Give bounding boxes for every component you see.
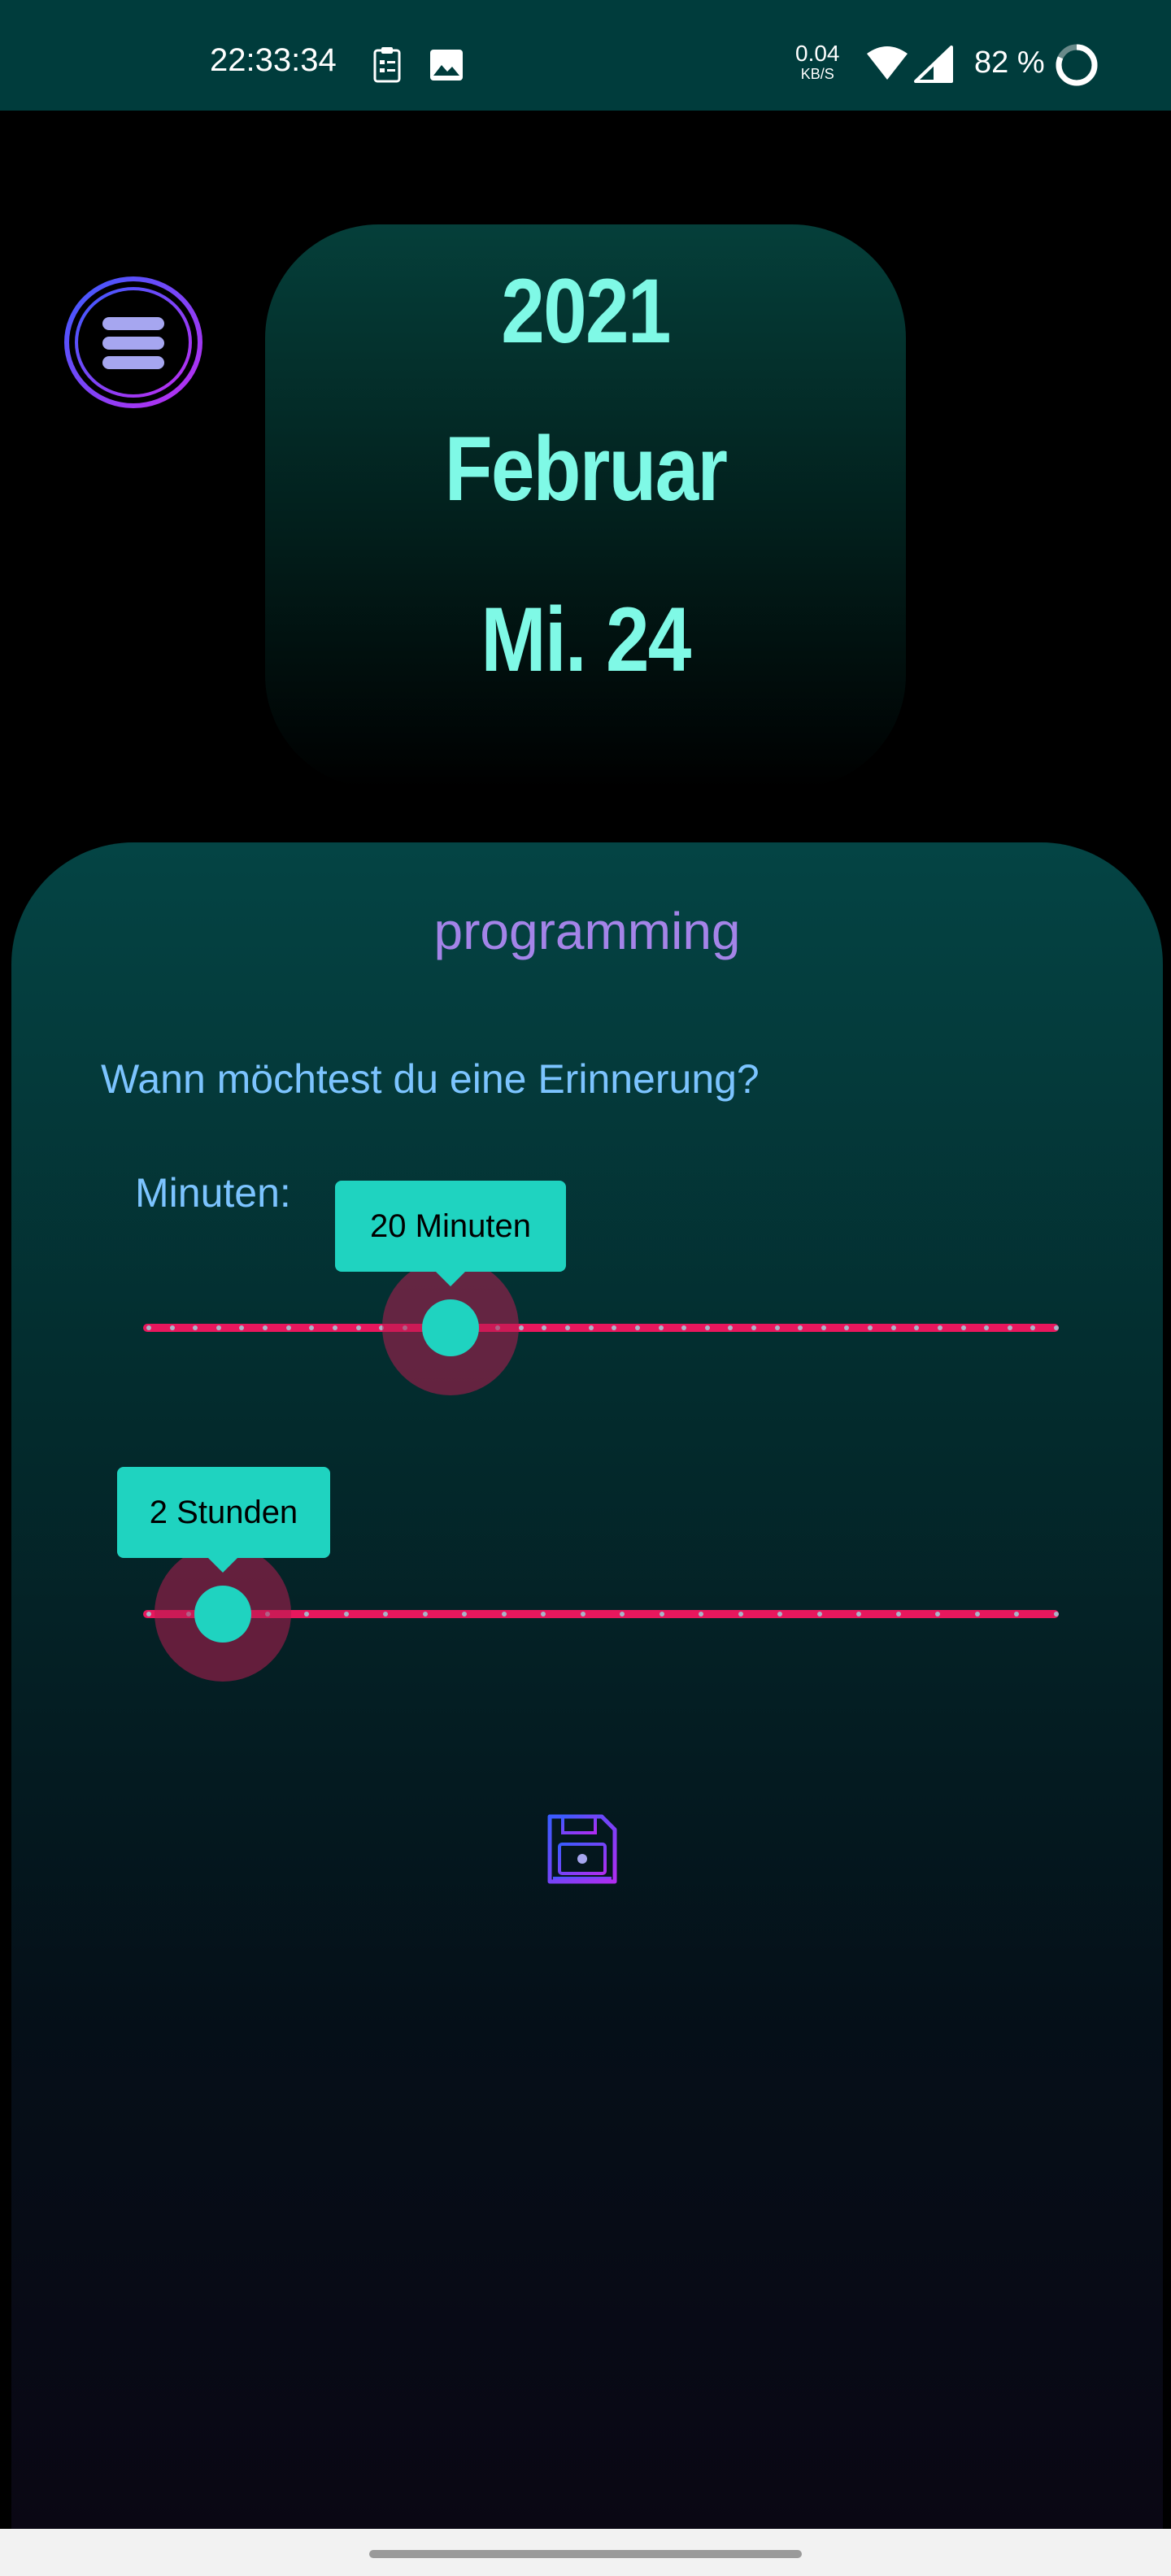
hours-slider-tick bbox=[699, 1612, 703, 1617]
hours-slider-tick bbox=[502, 1612, 507, 1617]
date-day: Mi. 24 bbox=[481, 589, 691, 690]
hours-slider-tick bbox=[738, 1612, 743, 1617]
save-icon bbox=[547, 1814, 617, 1884]
minutes-slider-tick bbox=[821, 1325, 826, 1330]
navigation-bar bbox=[0, 2529, 1171, 2576]
minutes-slider-tick bbox=[659, 1325, 664, 1330]
minutes-slider-thumb[interactable] bbox=[422, 1299, 479, 1356]
speed-value: 0.04 bbox=[795, 41, 840, 66]
wifi-icon bbox=[867, 46, 908, 80]
battery-ring-icon bbox=[1056, 44, 1098, 86]
hours-slider-thumb[interactable] bbox=[194, 1586, 251, 1643]
status-bar: 22:33:34 0.04 KB/S 82 % bbox=[0, 0, 1171, 111]
minutes-slider-tick bbox=[216, 1325, 221, 1330]
hours-slider-tick bbox=[383, 1612, 388, 1617]
minutes-slider-tick bbox=[519, 1325, 524, 1330]
hours-slider-tick bbox=[660, 1612, 664, 1617]
minutes-slider-tick bbox=[263, 1325, 268, 1330]
minutes-slider-tick bbox=[1054, 1325, 1059, 1330]
minutes-slider-tick bbox=[891, 1325, 896, 1330]
minutes-slider-tick bbox=[170, 1325, 175, 1330]
network-speed: 0.04 KB/S bbox=[795, 41, 840, 82]
hours-slider-tick bbox=[1014, 1612, 1019, 1617]
hours-tooltip: 2 Stunden bbox=[117, 1467, 330, 1558]
reminder-question: Wann möchtest du eine Erinnerung? bbox=[101, 1056, 760, 1102]
hours-slider-tick bbox=[304, 1612, 309, 1617]
minutes-slider-tick bbox=[681, 1325, 686, 1330]
minutes-slider-track[interactable] bbox=[143, 1324, 1059, 1332]
panel-title: programming bbox=[433, 902, 741, 960]
minutes-slider-tick bbox=[635, 1325, 640, 1330]
minutes-slider-tick bbox=[961, 1325, 966, 1330]
clipboard-icon bbox=[373, 47, 401, 83]
minutes-label: Minuten: bbox=[135, 1170, 291, 1216]
hours-slider-tick bbox=[423, 1612, 428, 1617]
minutes-slider-tick bbox=[728, 1325, 733, 1330]
minutes-tooltip: 20 Minuten bbox=[335, 1181, 566, 1272]
minutes-slider-tick bbox=[705, 1325, 710, 1330]
image-icon bbox=[430, 50, 463, 80]
minutes-tooltip-arrow bbox=[434, 1270, 467, 1286]
date-month: Februar bbox=[444, 418, 728, 520]
minutes-slider-tick bbox=[984, 1325, 989, 1330]
hours-slider-tick bbox=[620, 1612, 625, 1617]
signal-icon bbox=[914, 46, 953, 83]
minutes-slider-tick bbox=[193, 1325, 198, 1330]
save-button[interactable] bbox=[545, 1812, 620, 1886]
hours-tooltip-arrow bbox=[207, 1556, 239, 1573]
minutes-slider-tick bbox=[775, 1325, 780, 1330]
date-year: 2021 bbox=[501, 260, 671, 362]
minutes-slider-tick bbox=[751, 1325, 756, 1330]
minutes-slider-tick bbox=[612, 1325, 616, 1330]
menu-icon bbox=[102, 317, 164, 369]
minutes-slider-tick bbox=[844, 1325, 849, 1330]
minutes-slider-tick bbox=[286, 1325, 291, 1330]
minutes-slider-tick bbox=[798, 1325, 803, 1330]
minutes-slider-tick bbox=[356, 1325, 361, 1330]
hours-slider-tick bbox=[856, 1612, 861, 1617]
hours-slider-tick bbox=[344, 1612, 349, 1617]
hours-slider-tick bbox=[935, 1612, 940, 1617]
hours-slider-tick bbox=[817, 1612, 822, 1617]
minutes-slider-tick bbox=[542, 1325, 546, 1330]
minutes-slider-tick bbox=[333, 1325, 337, 1330]
minutes-slider-tick bbox=[239, 1325, 244, 1330]
status-time: 22:33:34 bbox=[210, 42, 337, 78]
minutes-slider-tick bbox=[868, 1325, 873, 1330]
speed-unit: KB/S bbox=[800, 66, 834, 82]
minutes-slider-tick bbox=[309, 1325, 314, 1330]
hours-slider-tick bbox=[1054, 1612, 1059, 1617]
minutes-slider-tick bbox=[565, 1325, 570, 1330]
hours-slider-tick bbox=[975, 1612, 980, 1617]
minutes-slider-tick bbox=[1008, 1325, 1012, 1330]
minutes-slider-tick bbox=[938, 1325, 942, 1330]
date-card: 2021 Februar Mi. 24 bbox=[265, 224, 906, 789]
minutes-slider-tick bbox=[914, 1325, 919, 1330]
hours-slider-tick bbox=[146, 1612, 151, 1617]
gesture-handle[interactable] bbox=[369, 2550, 802, 2558]
minutes-slider-tick bbox=[589, 1325, 594, 1330]
reminder-panel: programming Wann möchtest du eine Erinne… bbox=[11, 842, 1163, 2534]
hours-slider-tick bbox=[462, 1612, 467, 1617]
hours-slider-tick bbox=[777, 1612, 782, 1617]
minutes-slider-tick bbox=[146, 1325, 151, 1330]
hours-slider-tick bbox=[581, 1612, 586, 1617]
hours-slider-tick bbox=[541, 1612, 546, 1617]
hours-slider-tick bbox=[896, 1612, 901, 1617]
battery-percent: 82 % bbox=[974, 46, 1045, 80]
menu-button[interactable] bbox=[62, 275, 205, 410]
minutes-slider-tick bbox=[1030, 1325, 1035, 1330]
